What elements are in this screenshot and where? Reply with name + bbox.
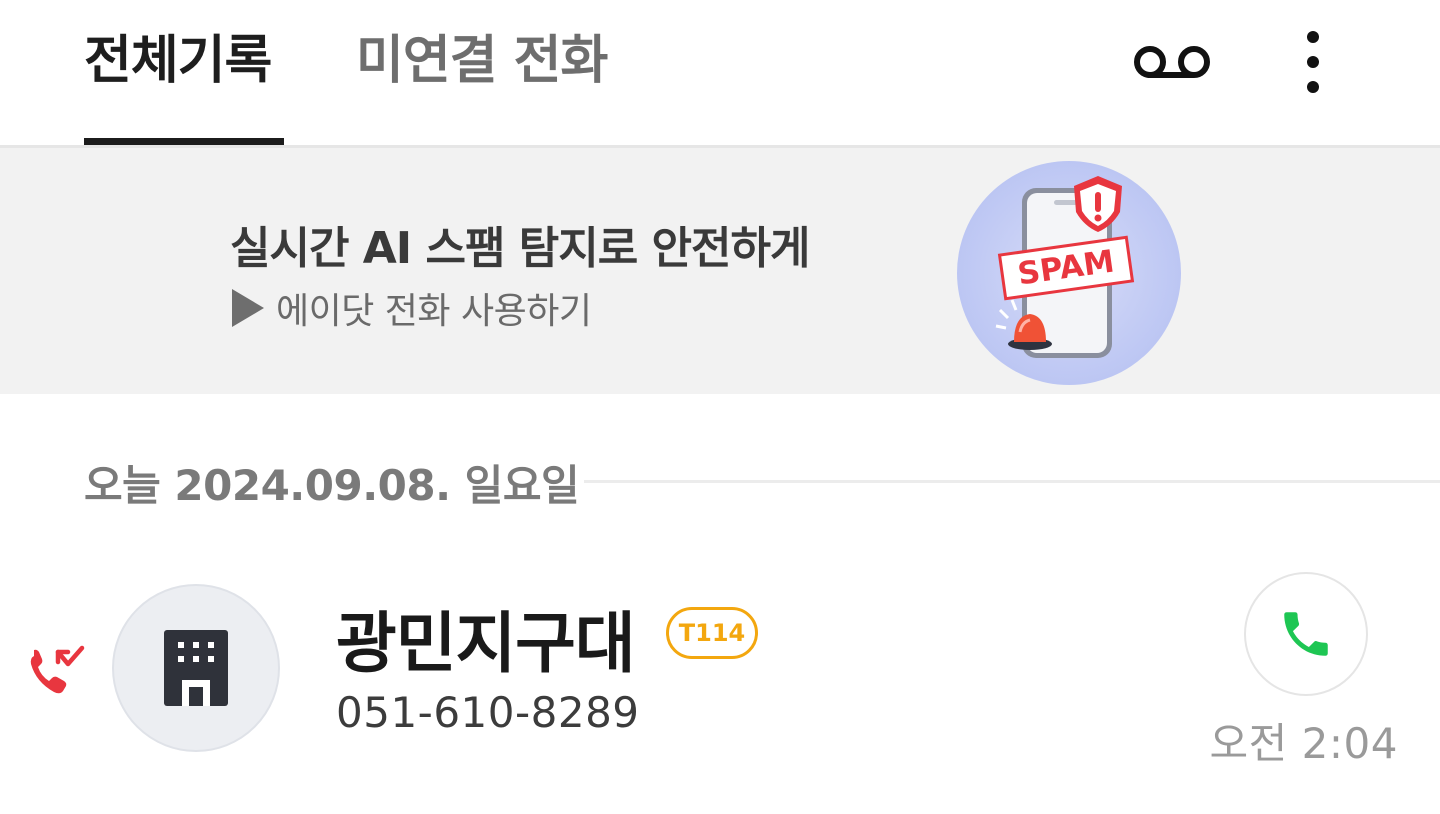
call-time: 오전 2:04 (1209, 719, 1398, 768)
tab-missed-calls[interactable]: 미연결 전화 (356, 18, 608, 91)
call-back-button[interactable] (1244, 572, 1368, 696)
banner-subtitle-link[interactable]: 에이닷 전화 사용하기 (232, 282, 592, 334)
more-vert-icon (1307, 31, 1319, 93)
building-icon (164, 630, 228, 706)
date-section-divider (584, 480, 1440, 483)
voicemail-icon (1134, 46, 1210, 78)
spam-phone-illustration: SPAM (957, 161, 1181, 385)
date-section-header: 오늘 2024.09.08. 일요일 (84, 461, 580, 510)
call-log-row[interactable]: 광민지구대 T114 051-610-8289 오전 2:04 (0, 560, 1440, 780)
caller-avatar (112, 584, 280, 752)
caller-number: 051-610-8289 (336, 688, 640, 737)
banner-subtitle: 에이닷 전화 사용하기 (276, 291, 592, 332)
banner-title: 실시간 AI 스팸 탐지로 안전하게 (230, 223, 810, 274)
caller-name: 광민지구대 (336, 605, 636, 682)
more-options-button[interactable] (1283, 26, 1343, 96)
missed-call-icon (30, 645, 85, 694)
t114-badge: T114 (666, 607, 758, 659)
phone-icon (1284, 612, 1328, 656)
spam-detection-banner[interactable]: 실시간 AI 스팸 탐지로 안전하게 에이닷 전화 사용하기 SPAM (0, 148, 1440, 394)
tab-bar: 전체기록 미연결 전화 (0, 0, 1440, 148)
tab-all-records[interactable]: 전체기록 (84, 18, 272, 91)
voicemail-button[interactable] (1124, 28, 1220, 92)
play-arrow-icon (232, 289, 264, 327)
